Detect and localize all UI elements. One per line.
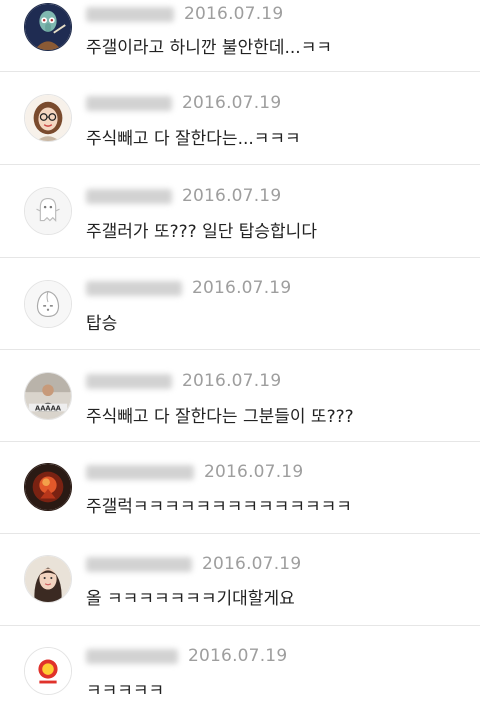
svg-text:AAAAA: AAAAA bbox=[35, 404, 62, 412]
comment-item: 2016.07.19 주갤이라고 하니깐 불안한데...ㅋㅋ bbox=[0, 0, 480, 72]
comment-date: 2016.07.19 bbox=[202, 554, 302, 574]
red-badge-avatar-icon[interactable] bbox=[24, 647, 72, 695]
comment-item: 2016.07.19 올 ㅋㅋㅋㅋㅋㅋㅋ기대할게요 bbox=[0, 534, 480, 626]
comment-text: ㅋㅋㅋㅋㅋ bbox=[86, 681, 165, 701]
fire-figure-avatar-icon[interactable] bbox=[24, 463, 72, 511]
man-photo-avatar-icon[interactable]: AAAAA bbox=[24, 372, 72, 420]
comment-text: 주식빼고 다 잘한다는...ㅋㅋㅋ bbox=[86, 129, 301, 149]
comment-text: 탑승 bbox=[86, 314, 118, 334]
comment-date: 2016.07.19 bbox=[184, 4, 284, 24]
username-redacted bbox=[86, 95, 172, 111]
comment-date: 2016.07.19 bbox=[182, 186, 282, 206]
comment-item: 2016.07.19 ㅋㅋㅋㅋㅋ bbox=[0, 626, 480, 701]
comment-item: AAAAA 2016.07.19 주식빼고 다 잘한다는 그분들이 또??? bbox=[0, 350, 480, 442]
comment-date: 2016.07.19 bbox=[192, 278, 292, 298]
comment-date: 2016.07.19 bbox=[188, 646, 288, 666]
glasses-girl-avatar-icon[interactable] bbox=[24, 94, 72, 142]
username-redacted bbox=[86, 280, 182, 296]
comment-item: 2016.07.19 주식빼고 다 잘한다는...ㅋㅋㅋ bbox=[0, 72, 480, 165]
comment-date: 2016.07.19 bbox=[182, 93, 282, 113]
comment-text: 주식빼고 다 잘한다는 그분들이 또??? bbox=[86, 407, 354, 427]
comment-text: 주갤럭ㅋㅋㅋㅋㅋㅋㅋㅋㅋㅋㅋㅋㅋㅋ bbox=[86, 497, 352, 517]
comment-date: 2016.07.19 bbox=[204, 462, 304, 482]
username-redacted bbox=[86, 6, 174, 22]
username-redacted bbox=[86, 556, 192, 572]
peach-avatar-icon[interactable] bbox=[24, 280, 72, 328]
username-redacted bbox=[86, 188, 172, 204]
woman-photo-avatar-icon[interactable] bbox=[24, 555, 72, 603]
comment-list: 2016.07.19 주갤이라고 하니깐 불안한데...ㅋㅋ 2016.07.1… bbox=[0, 0, 480, 701]
comment-item: 2016.07.19 주갤럭ㅋㅋㅋㅋㅋㅋㅋㅋㅋㅋㅋㅋㅋㅋ bbox=[0, 442, 480, 534]
comment-date: 2016.07.19 bbox=[182, 371, 282, 391]
username-redacted bbox=[86, 373, 172, 389]
username-redacted bbox=[86, 464, 194, 480]
comment-text: 주갤이라고 하니깐 불안한데...ㅋㅋ bbox=[86, 38, 332, 58]
username-redacted bbox=[86, 648, 178, 664]
comment-item: 2016.07.19 주갤러가 또??? 일단 탑승합니다 bbox=[0, 165, 480, 258]
comment-text: 주갤러가 또??? 일단 탑승합니다 bbox=[86, 222, 317, 242]
comment-text: 올 ㅋㅋㅋㅋㅋㅋㅋ기대할게요 bbox=[86, 589, 295, 609]
ghost-avatar-icon[interactable] bbox=[24, 187, 72, 235]
squidward-avatar-icon[interactable] bbox=[24, 3, 72, 51]
comment-item: 2016.07.19 탑승 bbox=[0, 258, 480, 350]
